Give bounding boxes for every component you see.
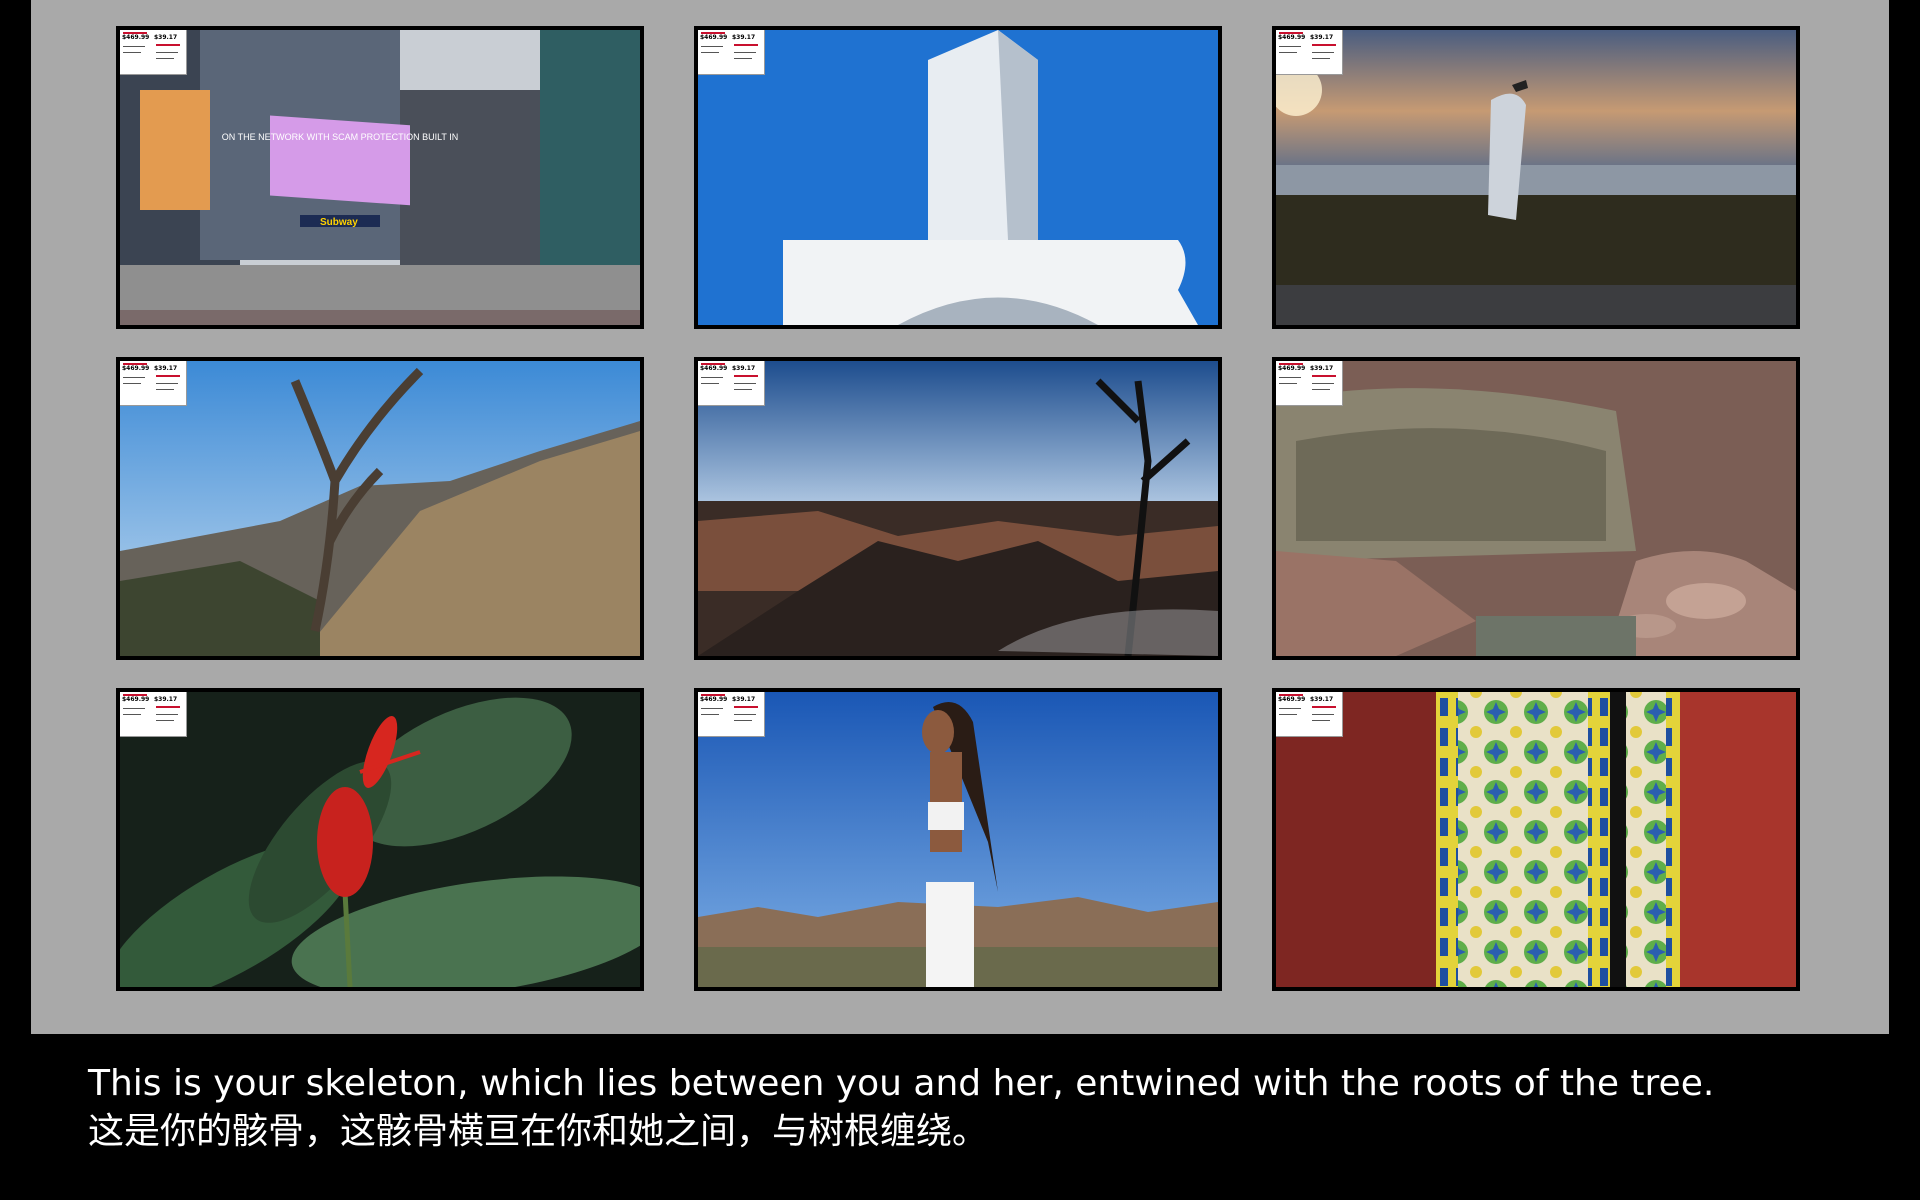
photo-tile[interactable]: $469.99 $39.17: [116, 357, 644, 660]
subway-sign: Subway: [320, 217, 358, 228]
photo-grid: ON THE NETWORK WITH SCAM PROTECTION BUIL…: [116, 26, 1800, 991]
price-tag: $469.99 $39.17: [698, 361, 764, 405]
caption-chinese: 这是你的骸骨，这骸骨横亘在你和她之间，与树根缠绕。: [88, 1111, 989, 1152]
photo-tile[interactable]: $469.99 $39.17: [1272, 688, 1800, 991]
photo-tile[interactable]: $469.99 $39.17: [694, 357, 1222, 660]
billboard-text: ON THE NETWORK WITH SCAM PROTECTION BUIL…: [222, 132, 459, 142]
price-tag: $469.99 $39.17: [698, 30, 764, 74]
photo-tile[interactable]: $469.99 $39.17: [694, 688, 1222, 991]
skyscraper-photo: [698, 30, 1218, 325]
photo-tile[interactable]: $469.99 $39.17: [694, 26, 1222, 329]
photo-tile[interactable]: $469.99 $39.17: [1272, 357, 1800, 660]
photo-tile[interactable]: ON THE NETWORK WITH SCAM PROTECTION BUIL…: [116, 26, 644, 329]
price-tag: $469.99 $39.17: [698, 692, 764, 736]
price-tag: $469.99 $39.17: [1276, 692, 1342, 736]
photo-tile[interactable]: $469.99 $39.17: [1272, 26, 1800, 329]
caption-english: This is your skeleton, which lies betwee…: [88, 1063, 1715, 1104]
grand-canyon-photo: [698, 361, 1218, 656]
gallery-panel: ON THE NETWORK WITH SCAM PROTECTION BUIL…: [31, 0, 1889, 1034]
dead-tree-mountain-photo: [120, 361, 640, 656]
price-tag: $469.99 $39.17: [1276, 30, 1342, 74]
photo-tile[interactable]: $469.99 $39.17: [116, 688, 644, 991]
price-tag: $469.99 $39.17: [120, 30, 186, 74]
sandstone-alcove-photo: [1276, 361, 1796, 656]
moorish-tiles-photo: [1276, 692, 1796, 987]
city-street-photo: ON THE NETWORK WITH SCAM PROTECTION BUIL…: [120, 30, 640, 325]
seagull-sunset-photo: [1276, 30, 1796, 325]
price-tag: $469.99 $39.17: [1276, 361, 1342, 405]
price-tag: $469.99 $39.17: [120, 361, 186, 405]
woman-desert-photo: [698, 692, 1218, 987]
subtitle-caption: This is your skeleton, which lies betwee…: [88, 1060, 1714, 1156]
price-tag: $469.99 $39.17: [120, 692, 186, 736]
red-flower-photo: [120, 692, 640, 987]
